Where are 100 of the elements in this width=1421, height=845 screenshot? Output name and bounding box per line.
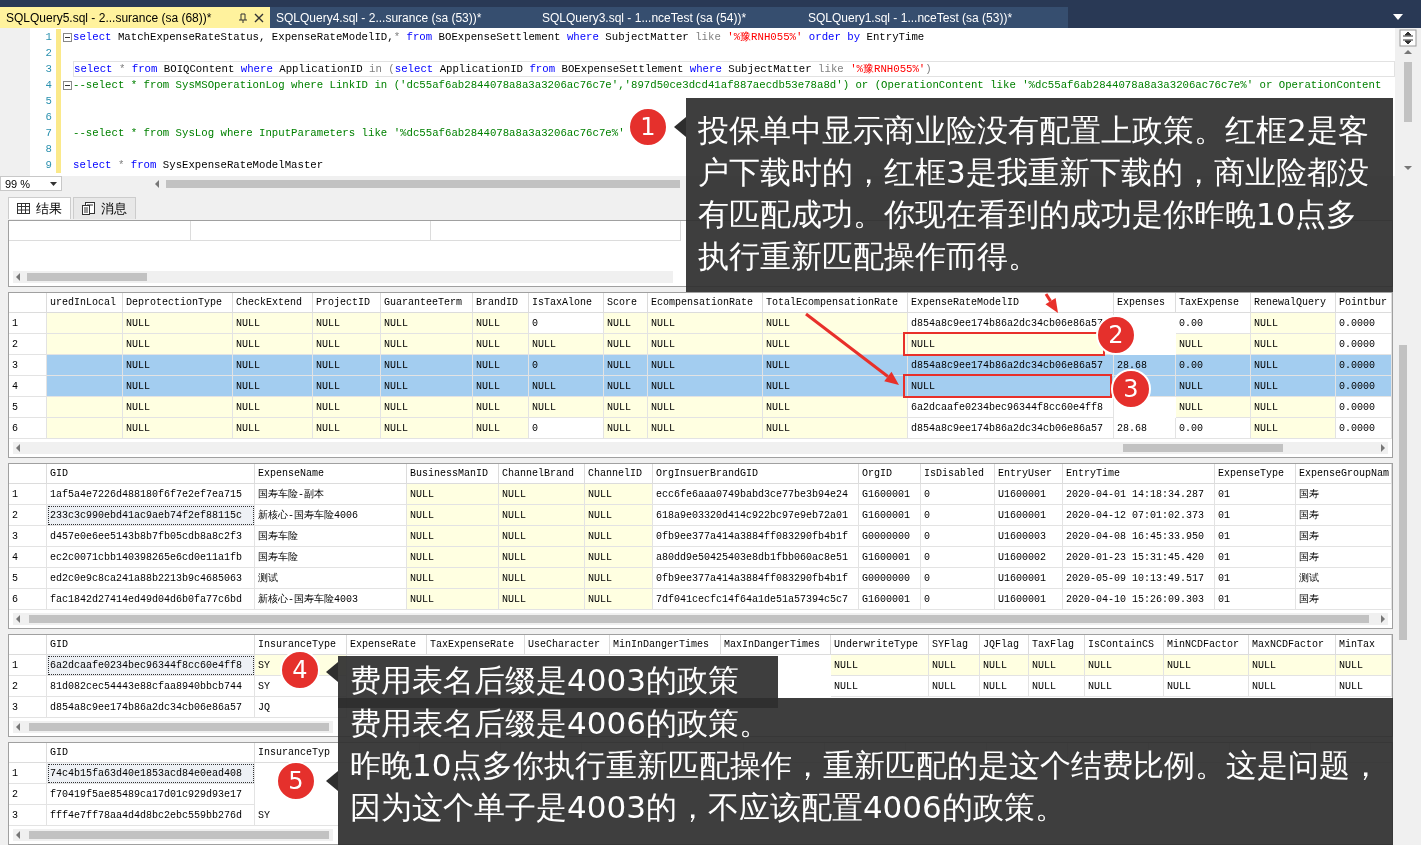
caret-icon [50, 181, 57, 186]
table-cell: NULL [407, 526, 499, 547]
table-cell: NULL [763, 355, 908, 376]
table-cell: 0 [921, 589, 995, 610]
column-header[interactable]: MinNCDFactor [1164, 635, 1249, 655]
column-header[interactable]: GID [47, 635, 255, 655]
column-header[interactable]: ExpenseGroupNam [1296, 464, 1392, 484]
column-header[interactable]: Expenses [1114, 293, 1176, 313]
column-header[interactable]: OrgInsuerBrandGID [653, 464, 859, 484]
table-cell: 2020-04-10 15:26:09.303 [1063, 589, 1215, 610]
column-header[interactable]: TotalEcompensationRate [763, 293, 908, 313]
column-header[interactable]: JQFlag [980, 635, 1029, 655]
row-number: 4 [9, 376, 47, 397]
table-cell: NULL [604, 376, 648, 397]
table-cell: NULL [473, 355, 529, 376]
column-header[interactable]: BusinessManID [407, 464, 499, 484]
column-header[interactable]: TaxFlag [1029, 635, 1085, 655]
table-cell: NULL [407, 589, 499, 610]
zoom-field[interactable]: 99 % [0, 176, 62, 191]
collapse-icon[interactable] [62, 32, 72, 42]
column-header[interactable]: GID [47, 743, 255, 763]
column-header[interactable]: ChannelID [585, 464, 653, 484]
column-header[interactable]: BrandID [473, 293, 529, 313]
horizontal-scrollbar[interactable] [13, 613, 1388, 625]
code-line: --select * from SysLog where InputParameters like '%dc55af6ab2844078a8a3a3206ac76c7e%' [73, 126, 625, 141]
column-header[interactable]: GuaranteeTerm [381, 293, 473, 313]
column-header[interactable]: GID [47, 464, 255, 484]
column-header[interactable]: ProjectID [313, 293, 381, 313]
column-header[interactable]: ExpenseType [1215, 464, 1296, 484]
column-header[interactable]: Pointbur [1336, 293, 1392, 313]
table-cell: NULL [313, 418, 381, 439]
column-header[interactable]: ExpenseName [255, 464, 407, 484]
column-header[interactable]: CheckExtend [233, 293, 313, 313]
vertical-scrollbar[interactable] [1395, 28, 1421, 176]
column-header[interactable]: UseCharacter [525, 635, 610, 655]
column-header[interactable]: OrgID [859, 464, 921, 484]
column-header[interactable]: IsContainCS [1085, 635, 1164, 655]
column-header[interactable]: MaxInDangerTimes [721, 635, 831, 655]
table-cell: 0 [529, 355, 604, 376]
table-cell: 01 [1215, 589, 1296, 610]
table-cell: NULL [1251, 313, 1336, 334]
column-header[interactable]: ExpenseRate [347, 635, 427, 655]
table-cell: 0.00 [1176, 355, 1251, 376]
table-cell: NULL [1176, 376, 1251, 397]
column-header[interactable]: ExpenseRateModelID [908, 293, 1114, 313]
column-header[interactable]: TaxExpense [1176, 293, 1251, 313]
column-header[interactable]: MinTax [1336, 635, 1392, 655]
document-tab[interactable]: SQLQuery4.sql - 2...surance (sa (53))* [270, 7, 536, 28]
line-number: 8 [44, 142, 53, 157]
table-cell: U1600001 [995, 589, 1063, 610]
table-cell: NULL [313, 334, 381, 355]
horizontal-scrollbar[interactable] [13, 442, 1388, 454]
column-header[interactable]: Score [604, 293, 648, 313]
table-cell: NULL [648, 355, 763, 376]
table-cell: NULL [473, 313, 529, 334]
row-number: 1 [9, 763, 47, 784]
column-header[interactable]: EcompensationRate [648, 293, 763, 313]
table-cell: NULL [763, 376, 908, 397]
horizontal-scrollbar[interactable] [13, 721, 333, 733]
table-cell: NULL [585, 526, 653, 547]
horizontal-scrollbar[interactable] [13, 829, 333, 841]
collapse-icon[interactable] [62, 80, 72, 90]
column-header[interactable]: IsTaxAlone [529, 293, 604, 313]
table-cell: NULL [499, 484, 585, 505]
document-tab[interactable]: SQLQuery3.sql - 1...nceTest (sa (54))* [536, 7, 802, 28]
result-tab[interactable]: 结果 [8, 197, 71, 219]
table-cell: NULL [929, 655, 980, 676]
close-icon[interactable] [254, 12, 264, 23]
horizontal-scrollbar[interactable] [13, 271, 673, 283]
column-header[interactable]: EntryTime [1063, 464, 1215, 484]
table-cell: NULL [529, 376, 604, 397]
column-header[interactable]: uredInLocal [47, 293, 123, 313]
dropdown-icon[interactable] [1393, 14, 1403, 20]
result-tab[interactable]: 消息 [73, 197, 136, 219]
line-number: 6 [44, 110, 53, 125]
table-cell: NULL [233, 418, 313, 439]
column-header[interactable]: MinInDangerTimes [610, 635, 721, 655]
document-tab[interactable]: SQLQuery1.sql - 1...nceTest (sa (53))* [802, 7, 1068, 28]
table-cell: NULL [473, 418, 529, 439]
column-header[interactable]: MaxNCDFactor [1249, 635, 1336, 655]
table-cell: NULL [604, 418, 648, 439]
row-number: 3 [9, 805, 47, 826]
table-cell: NULL [648, 376, 763, 397]
column-header[interactable]: InsuranceType [255, 635, 347, 655]
column-header[interactable]: DeprotectionType [123, 293, 233, 313]
line-number: 1 [44, 30, 53, 45]
column-header[interactable]: SYFlag [929, 635, 980, 655]
column-header[interactable]: IsDisabled [921, 464, 995, 484]
table-cell: NULL [233, 376, 313, 397]
pin-icon[interactable] [238, 12, 248, 23]
table-cell: NULL [763, 334, 908, 355]
column-header[interactable]: TaxExpenseRate [427, 635, 525, 655]
table-cell: d854a8c9ee174b86a2dc34cb06e86a57 [908, 418, 1114, 439]
column-header[interactable]: RenewalQuery [1251, 293, 1336, 313]
document-tab[interactable]: SQLQuery5.sql - 2...surance (sa (68))* [0, 7, 270, 28]
row-number: 6 [9, 589, 47, 610]
column-header[interactable]: ChannelBrand [499, 464, 585, 484]
column-header[interactable]: EntryUser [995, 464, 1063, 484]
column-header[interactable]: UnderwriteType [831, 635, 929, 655]
table-cell: NULL [604, 313, 648, 334]
